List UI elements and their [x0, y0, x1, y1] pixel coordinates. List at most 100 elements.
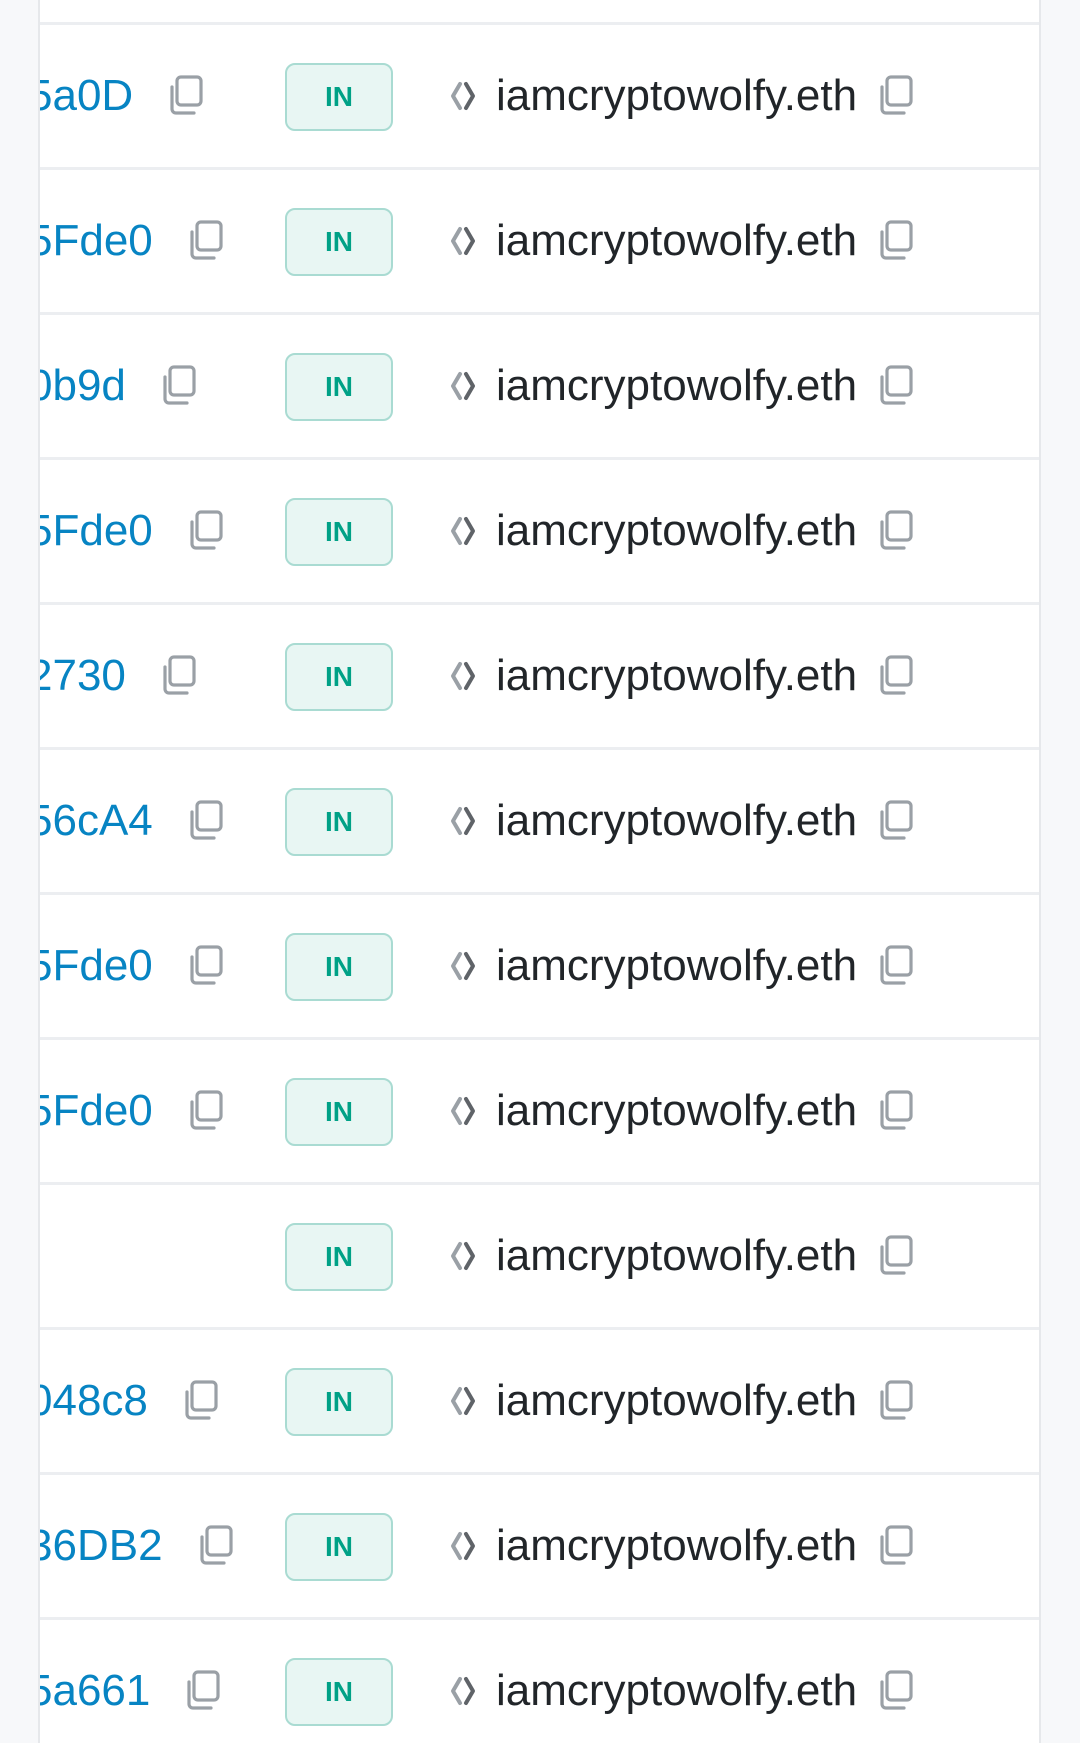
- direction-badge: IN: [285, 498, 393, 566]
- contract-icon: [444, 512, 482, 550]
- tx-hash-cell: 5a661: [40, 1620, 226, 1743]
- tx-hash-link[interactable]: 5a661: [40, 1666, 150, 1716]
- to-address-link[interactable]: iamcryptowolfy.eth: [496, 216, 857, 266]
- to-address-cell: iamcryptowolfy.eth: [444, 170, 919, 312]
- copy-icon[interactable]: [178, 1378, 224, 1424]
- direction-badge: IN: [285, 1368, 393, 1436]
- direction-badge: IN: [285, 1513, 393, 1581]
- to-address-link[interactable]: iamcryptowolfy.eth: [496, 1666, 857, 1716]
- direction-badge: IN: [285, 1078, 393, 1146]
- direction-badge: IN: [285, 788, 393, 856]
- tx-hash-cell: 5Fde0: [40, 170, 229, 312]
- tx-hash-cell: 048c8: [40, 1330, 224, 1472]
- to-address-link[interactable]: iamcryptowolfy.eth: [496, 1086, 857, 1136]
- tx-hash-cell: 5Fde0: [40, 460, 229, 602]
- contract-icon: [444, 222, 482, 260]
- copy-icon[interactable]: [183, 218, 229, 264]
- copy-icon[interactable]: [873, 218, 919, 264]
- direction-badge: IN: [285, 208, 393, 276]
- to-address-link[interactable]: iamcryptowolfy.eth: [496, 1521, 857, 1571]
- transactions-table: 5a0D IN iamcryptowolfy.eth 5Fde0 IN iamc…: [38, 0, 1041, 1743]
- to-address-cell: iamcryptowolfy.eth: [444, 1185, 919, 1327]
- direction-badge: IN: [285, 1658, 393, 1726]
- to-address-cell: iamcryptowolfy.eth: [444, 1330, 919, 1472]
- table-row: 56cA4 IN iamcryptowolfy.eth: [40, 750, 1039, 895]
- copy-icon[interactable]: [873, 363, 919, 409]
- to-address-link[interactable]: iamcryptowolfy.eth: [496, 1231, 857, 1281]
- tx-hash-cell: 5Fde0: [40, 1040, 229, 1182]
- to-address-cell: iamcryptowolfy.eth: [444, 1040, 919, 1182]
- direction-badge: IN: [285, 353, 393, 421]
- to-address-cell: iamcryptowolfy.eth: [444, 750, 919, 892]
- tx-hash-cell: 36DB2: [40, 1475, 239, 1617]
- copy-icon[interactable]: [873, 508, 919, 554]
- table-row: 5a0D IN iamcryptowolfy.eth: [40, 25, 1039, 170]
- to-address-cell: iamcryptowolfy.eth: [444, 1475, 919, 1617]
- copy-icon[interactable]: [183, 508, 229, 554]
- tx-hash-link[interactable]: 2730: [40, 651, 126, 701]
- direction-badge: IN: [285, 1223, 393, 1291]
- copy-icon[interactable]: [873, 943, 919, 989]
- table-row: IN iamcryptowolfy.eth: [40, 1185, 1039, 1330]
- copy-icon[interactable]: [163, 73, 209, 119]
- copy-icon[interactable]: [873, 798, 919, 844]
- to-address-link[interactable]: iamcryptowolfy.eth: [496, 651, 857, 701]
- contract-icon: [444, 1092, 482, 1130]
- tx-hash-link[interactable]: 5Fde0: [40, 506, 153, 556]
- tx-hash-link[interactable]: 5Fde0: [40, 941, 153, 991]
- tx-hash-link[interactable]: 5Fde0: [40, 1086, 153, 1136]
- copy-icon[interactable]: [156, 363, 202, 409]
- to-address-link[interactable]: iamcryptowolfy.eth: [496, 506, 857, 556]
- copy-icon[interactable]: [873, 1378, 919, 1424]
- table-row: 5a661 IN iamcryptowolfy.eth: [40, 1620, 1039, 1743]
- tx-hash-link[interactable]: 5a0D: [40, 71, 133, 121]
- contract-icon: [444, 657, 482, 695]
- copy-icon[interactable]: [873, 1233, 919, 1279]
- table-row: 36DB2 IN iamcryptowolfy.eth: [40, 1475, 1039, 1620]
- copy-icon[interactable]: [156, 653, 202, 699]
- contract-icon: [444, 1527, 482, 1565]
- table-row: 5Fde0 IN iamcryptowolfy.eth: [40, 1040, 1039, 1185]
- to-address-cell: iamcryptowolfy.eth: [444, 895, 919, 1037]
- tx-hash-cell: 2730: [40, 605, 202, 747]
- direction-badge: IN: [285, 933, 393, 1001]
- table-body: 5a0D IN iamcryptowolfy.eth 5Fde0 IN iamc…: [40, 25, 1039, 1743]
- table-row: 5Fde0 IN iamcryptowolfy.eth: [40, 895, 1039, 1040]
- copy-icon[interactable]: [183, 1088, 229, 1134]
- to-address-link[interactable]: iamcryptowolfy.eth: [496, 361, 857, 411]
- direction-badge: IN: [285, 643, 393, 711]
- contract-icon: [444, 77, 482, 115]
- copy-icon[interactable]: [873, 73, 919, 119]
- to-address-link[interactable]: iamcryptowolfy.eth: [496, 941, 857, 991]
- tx-hash-cell: 0b9d: [40, 315, 202, 457]
- tx-hash-link[interactable]: 5Fde0: [40, 216, 153, 266]
- contract-icon: [444, 1237, 482, 1275]
- tx-hash-cell: 5Fde0: [40, 895, 229, 1037]
- copy-icon[interactable]: [873, 653, 919, 699]
- tx-hash-cell: [40, 1185, 104, 1327]
- to-address-link[interactable]: iamcryptowolfy.eth: [496, 796, 857, 846]
- tx-hash-link[interactable]: 36DB2: [40, 1521, 163, 1571]
- tx-hash-cell: 5a0D: [40, 25, 209, 167]
- table-row: 2730 IN iamcryptowolfy.eth: [40, 605, 1039, 750]
- table-top-edge: [40, 0, 1039, 25]
- contract-icon: [444, 947, 482, 985]
- contract-icon: [444, 802, 482, 840]
- copy-icon[interactable]: [873, 1523, 919, 1569]
- copy-icon[interactable]: [183, 798, 229, 844]
- tx-hash-link[interactable]: 0b9d: [40, 361, 126, 411]
- to-address-cell: iamcryptowolfy.eth: [444, 605, 919, 747]
- to-address-link[interactable]: iamcryptowolfy.eth: [496, 71, 857, 121]
- copy-icon[interactable]: [193, 1523, 239, 1569]
- copy-icon[interactable]: [873, 1088, 919, 1134]
- tx-hash-link[interactable]: 56cA4: [40, 796, 153, 846]
- table-row: 0b9d IN iamcryptowolfy.eth: [40, 315, 1039, 460]
- copy-icon[interactable]: [873, 1668, 919, 1714]
- to-address-cell: iamcryptowolfy.eth: [444, 460, 919, 602]
- contract-icon: [444, 1382, 482, 1420]
- copy-icon[interactable]: [183, 943, 229, 989]
- copy-icon[interactable]: [180, 1668, 226, 1714]
- tx-hash-link[interactable]: 048c8: [40, 1376, 148, 1426]
- to-address-cell: iamcryptowolfy.eth: [444, 25, 919, 167]
- to-address-link[interactable]: iamcryptowolfy.eth: [496, 1376, 857, 1426]
